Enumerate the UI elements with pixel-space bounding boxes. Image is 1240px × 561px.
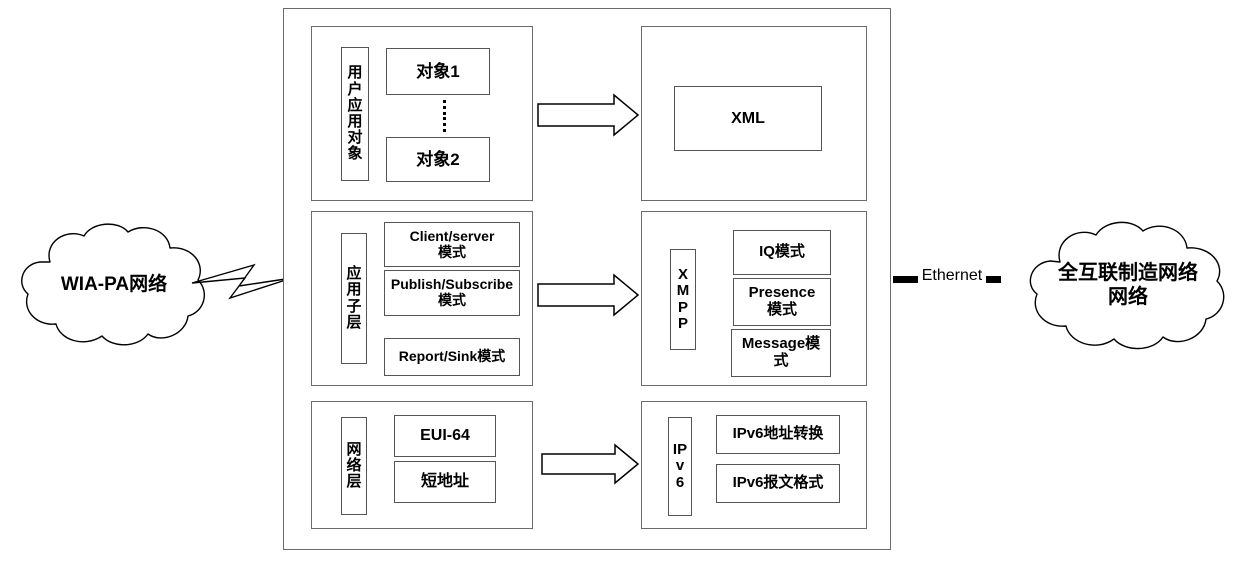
layer-label-text: IPv6 [672,441,688,491]
ethernet-link-label: Ethernet [918,268,986,284]
box-ipv6-address-translation-label: IPv6地址转换 [732,425,824,443]
block-arrow-right-icon [541,443,640,485]
box-object-2-label: 对象2 [416,149,460,169]
layer-label-text: XMPP [676,266,690,332]
box-client-server-mode-label: Client/server 模式 [409,227,495,260]
lightning-bolt-icon [191,263,293,300]
block-arrow-right-icon [537,273,640,317]
box-ipv6-packet-format-label: IPv6报文格式 [732,474,824,492]
box-presence-mode-label: Presence 模式 [748,284,816,318]
box-iq-mode-label: IQ模式 [759,243,805,261]
box-publish-subscribe-mode: Publish/Subscribe 模式 [384,270,520,316]
object-list-ellipsis [442,100,446,132]
box-report-sink-mode: Report/Sink模式 [384,338,520,376]
mapping-arrow-middle [536,273,640,317]
layer-label-text: 应用子层 [346,265,362,331]
box-short-address-label: 短地址 [420,473,469,491]
box-eui-64: EUI-64 [394,415,496,457]
layer-label-text: 用户应用对象 [347,64,363,163]
box-message-mode: Message模 式 [731,329,831,377]
box-message-mode-label: Message模 式 [741,335,821,369]
box-short-address: 短地址 [394,461,496,503]
mapping-arrow-top [536,93,640,137]
block-arrow-right-icon [537,93,640,137]
box-object-1-label: 对象1 [416,61,460,81]
box-xml-label: XML [731,109,765,127]
cloud-shape-icon [21,223,206,346]
layer-label-application-sublayer: 应用子层 [341,233,367,364]
box-object-2: 对象2 [386,137,490,182]
right-network-cloud: 全互联制造网络 网络 [1022,214,1234,356]
box-ipv6-packet-format: IPv6报文格式 [716,464,840,503]
box-report-sink-mode-label: Report/Sink模式 [398,348,506,365]
cloud-shape-icon [1029,221,1225,350]
layer-label-text: 网络层 [346,440,362,491]
mapping-arrow-bottom [540,443,640,485]
box-client-server-mode: Client/server 模式 [384,222,520,267]
box-presence-mode: Presence 模式 [733,278,831,326]
layer-label-xmpp: XMPP [670,249,696,350]
box-iq-mode: IQ模式 [733,230,831,275]
layer-label-user-application-object: 用户应用对象 [341,47,369,181]
wireless-link-lightning [186,252,298,316]
box-eui-64-label: EUI-64 [420,427,470,445]
box-publish-subscribe-mode-label: Publish/Subscribe 模式 [390,276,514,308]
left-network-cloud: WIA-PA网络 [14,216,214,354]
box-ipv6-address-translation: IPv6地址转换 [716,415,840,454]
box-xml: XML [674,86,822,151]
layer-label-network-layer: 网络层 [341,417,367,515]
diagram-canvas: WIA-PA网络 用户应用对象 对象1 对象2 应用子层 Client/serv… [0,0,1240,561]
layer-label-ipv6: IPv6 [668,417,692,516]
box-object-1: 对象1 [386,48,490,95]
